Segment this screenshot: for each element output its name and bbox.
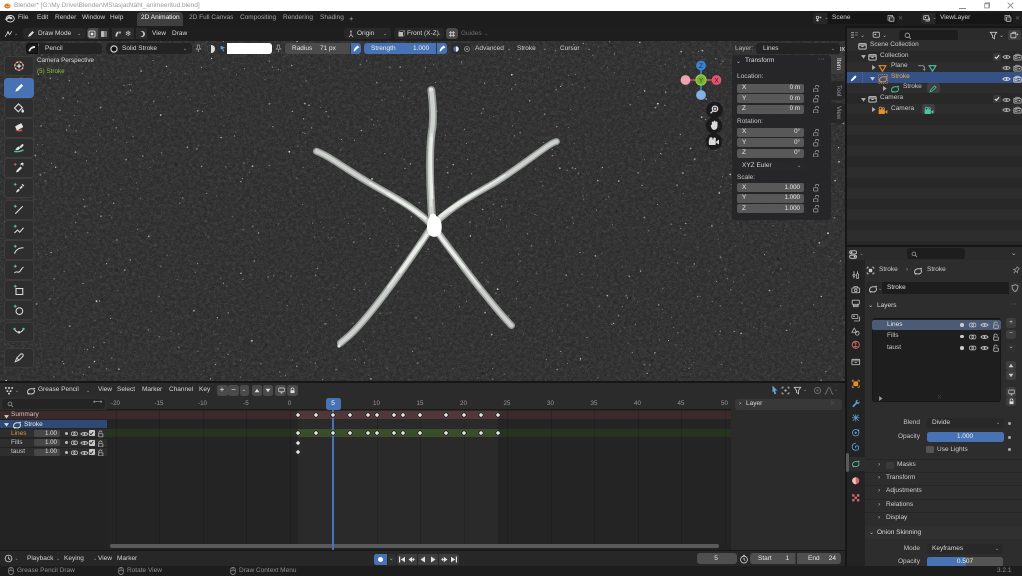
svg-text:X: X (714, 78, 719, 85)
svg-text:Y: Y (699, 78, 704, 85)
svg-text:Z: Z (699, 63, 703, 70)
